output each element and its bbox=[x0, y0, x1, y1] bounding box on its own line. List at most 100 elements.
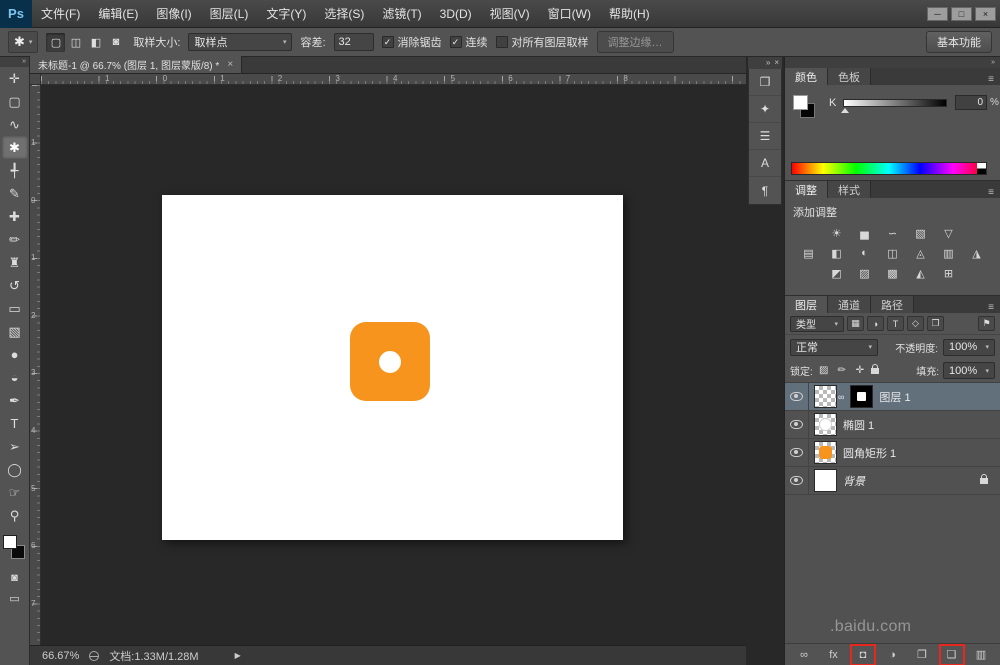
layer-filter-icon-0[interactable]: ▦ bbox=[847, 316, 864, 331]
adjustment-icon[interactable]: ▥ bbox=[939, 245, 959, 261]
checkbox-checked-icon[interactable]: ✓ bbox=[449, 36, 462, 48]
selection-mode-1[interactable]: ◫ bbox=[66, 33, 85, 52]
tab-styles[interactable]: 样式 bbox=[828, 181, 871, 198]
marquee-tool[interactable]: ▢ bbox=[2, 90, 28, 113]
layer-filter-icon-2[interactable]: T bbox=[887, 316, 904, 331]
close-button[interactable]: × bbox=[975, 6, 996, 21]
layer-name[interactable]: 图层 1 bbox=[879, 389, 910, 405]
status-arrow-icon[interactable]: ▶ bbox=[235, 651, 241, 660]
adjustment-icon[interactable]: ◐ bbox=[855, 245, 875, 261]
tool-preset-picker[interactable]: ✱ ▾ bbox=[8, 31, 39, 53]
maximize-button[interactable]: □ bbox=[951, 6, 972, 21]
layer-style-icon[interactable]: fx bbox=[823, 646, 845, 664]
adjustment-icon[interactable]: ◭ bbox=[911, 265, 931, 281]
menu-item-5[interactable]: 选择(S) bbox=[315, 0, 373, 27]
adjustment-layer-icon[interactable]: ◑ bbox=[882, 646, 904, 664]
add-layer-mask-icon[interactable]: ◘ bbox=[850, 643, 876, 665]
layer-row-rounded-rect-1[interactable]: 圆角矩形 1 bbox=[785, 439, 1000, 467]
refine-edge-button[interactable]: 调整边缘… bbox=[596, 31, 674, 53]
dock-close-icon[interactable]: × bbox=[774, 57, 779, 69]
k-slider-thumb[interactable] bbox=[841, 108, 849, 113]
adjustment-icon[interactable]: ▩ bbox=[883, 265, 903, 281]
sample-all-layers-option[interactable]: 对所有图层取样 bbox=[495, 34, 589, 50]
color-swatches[interactable] bbox=[2, 533, 28, 567]
lock-icon-1[interactable]: ✏ bbox=[835, 364, 849, 378]
workspace-button[interactable]: 基本功能 bbox=[926, 31, 992, 53]
layer-row-ellipse-1[interactable]: 椭圆 1 bbox=[785, 411, 1000, 439]
adjustment-icon[interactable]: ☀ bbox=[827, 225, 847, 241]
lock-icon-2[interactable]: ✛ bbox=[853, 364, 867, 378]
tab-close-icon[interactable]: × bbox=[227, 59, 233, 70]
brush-tool[interactable]: ✏ bbox=[2, 228, 28, 251]
menu-item-9[interactable]: 窗口(W) bbox=[539, 0, 600, 27]
layer-row-layer-1[interactable]: ∞ 图层 1 bbox=[785, 383, 1000, 411]
adjustment-icon[interactable]: ▤ bbox=[799, 245, 819, 261]
dock-collapse-icon[interactable]: » bbox=[991, 59, 995, 66]
document-canvas[interactable] bbox=[162, 195, 623, 540]
document-tab[interactable]: 未标题-1 @ 66.7% (图层 1, 图层蒙版/8) * × bbox=[30, 56, 243, 73]
panel-menu-icon[interactable]: ≡ bbox=[988, 187, 1000, 198]
crop-tool[interactable]: ╃ bbox=[2, 159, 28, 182]
blur-tool[interactable]: ● bbox=[2, 343, 28, 366]
adjustment-icon[interactable]: ◩ bbox=[827, 265, 847, 281]
k-slider[interactable] bbox=[843, 99, 947, 107]
menu-item-6[interactable]: 滤镜(T) bbox=[373, 0, 430, 27]
eraser-tool[interactable]: ▭ bbox=[2, 297, 28, 320]
dodge-tool[interactable]: ◒ bbox=[2, 366, 28, 389]
filter-type-select[interactable]: 类型 ▾ bbox=[790, 315, 844, 332]
brush-panel-icon[interactable]: ✦ bbox=[749, 96, 781, 123]
visibility-toggle[interactable] bbox=[785, 383, 809, 410]
selection-mode-0[interactable]: ▢ bbox=[46, 32, 66, 52]
tab-paths[interactable]: 路径 bbox=[871, 296, 914, 313]
menu-item-2[interactable]: 图像(I) bbox=[147, 0, 200, 27]
ellipse-shape-tool[interactable]: ◯ bbox=[2, 458, 28, 481]
layer-thumbnail[interactable] bbox=[814, 385, 837, 408]
canvas-area[interactable] bbox=[41, 85, 746, 645]
sample-size-select[interactable]: 取样点 ▾ bbox=[188, 33, 293, 51]
tab-swatches[interactable]: 色板 bbox=[828, 68, 871, 85]
visibility-toggle[interactable] bbox=[785, 411, 809, 438]
adjustment-icon[interactable]: ▨ bbox=[855, 265, 875, 281]
layer-filter-icon-1[interactable]: ◑ bbox=[867, 316, 884, 331]
toolstrip-collapse-icon[interactable]: » bbox=[0, 57, 29, 67]
dock-collapse-icon[interactable]: » bbox=[766, 57, 770, 69]
menu-item-3[interactable]: 图层(L) bbox=[201, 0, 258, 27]
selection-mode-2[interactable]: ◧ bbox=[86, 33, 105, 52]
new-layer-icon[interactable]: ❏ bbox=[938, 643, 965, 665]
link-layers-icon[interactable]: ∞ bbox=[793, 646, 815, 664]
eyedropper-tool[interactable]: ✎ bbox=[2, 182, 28, 205]
layer-name[interactable]: 背景 bbox=[843, 473, 865, 489]
panel-menu-icon[interactable]: ≡ bbox=[988, 302, 1000, 313]
minimize-button[interactable]: ─ bbox=[927, 6, 948, 21]
anti-alias-option[interactable]: ✓ 消除锯齿 bbox=[381, 34, 442, 50]
checkbox-checked-icon[interactable]: ✓ bbox=[381, 36, 394, 48]
menu-item-4[interactable]: 文字(Y) bbox=[257, 0, 315, 27]
menu-item-8[interactable]: 视图(V) bbox=[481, 0, 539, 27]
lock-icon-0[interactable]: ▨ bbox=[817, 364, 831, 378]
clone-source-icon[interactable]: ☰ bbox=[749, 123, 781, 150]
panel-menu-icon[interactable]: ≡ bbox=[988, 74, 1000, 85]
selection-mode-3[interactable]: ◙ bbox=[106, 33, 125, 52]
path-selection-tool[interactable]: ➢ bbox=[2, 435, 28, 458]
foreground-color-swatch[interactable] bbox=[793, 95, 808, 110]
visibility-toggle[interactable] bbox=[785, 439, 809, 466]
tolerance-input[interactable] bbox=[333, 33, 374, 51]
tab-adjustments[interactable]: 调整 bbox=[785, 181, 828, 198]
quick-mask-button[interactable]: ◙ bbox=[2, 567, 28, 588]
adjustment-icon[interactable]: ⊞ bbox=[939, 265, 959, 281]
lasso-tool[interactable]: ∿ bbox=[2, 113, 28, 136]
delete-layer-icon[interactable]: ▥ bbox=[970, 646, 992, 664]
type-tool[interactable]: T bbox=[2, 412, 28, 435]
blend-mode-select[interactable]: 正常 ▾ bbox=[790, 338, 878, 356]
hand-tool[interactable]: ☞ bbox=[2, 481, 28, 504]
layer-name[interactable]: 椭圆 1 bbox=[843, 417, 874, 433]
layer-filter-icon-4[interactable]: ❐ bbox=[927, 316, 944, 331]
screen-mode-button[interactable]: ▭ bbox=[2, 588, 28, 609]
gradient-tool[interactable]: ▧ bbox=[2, 320, 28, 343]
adjustment-icon[interactable]: ▽ bbox=[939, 225, 959, 241]
layer-name[interactable]: 圆角矩形 1 bbox=[843, 445, 896, 461]
fill-select[interactable]: 100% ▾ bbox=[943, 362, 995, 379]
character-panel-icon[interactable]: A bbox=[749, 150, 781, 177]
visibility-toggle[interactable] bbox=[785, 467, 809, 494]
brush-presets-icon[interactable]: ❐ bbox=[749, 69, 781, 96]
